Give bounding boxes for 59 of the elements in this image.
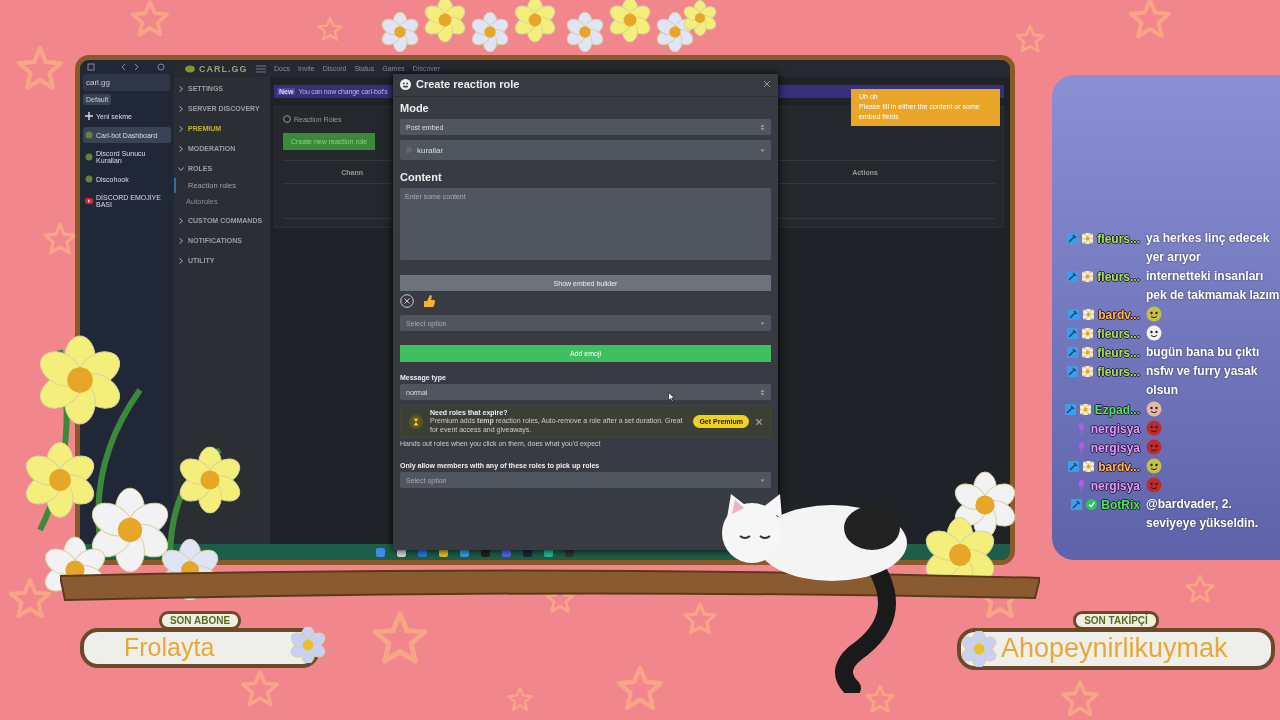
browser-controls-icon[interactable] <box>87 63 167 71</box>
sort-icon <box>760 388 765 396</box>
name-plate: Frolayta <box>80 628 320 668</box>
wrench-icon <box>1067 328 1079 339</box>
flower-icon <box>1082 271 1094 282</box>
chat-message: @bardvader, 2. seviyeye yükseldin. <box>1146 496 1260 532</box>
chat-message: nsfw ve furry yasak olsun <box>1146 363 1259 399</box>
site-icon <box>85 153 93 161</box>
chat-username: nergisya <box>1090 478 1140 493</box>
flower-icon <box>1083 309 1095 320</box>
wrench-icon <box>1067 366 1079 377</box>
wrench-icon <box>1067 271 1079 282</box>
menu-icon[interactable] <box>256 64 266 73</box>
plus-icon <box>85 112 93 120</box>
chat-message: bugün bana bu çıktı <box>1146 344 1261 361</box>
flower-icon <box>290 627 326 663</box>
chat-username: fleurs... <box>1097 345 1140 360</box>
flower-icon <box>1083 461 1095 472</box>
chat-username: nergisya <box>1090 421 1140 436</box>
flower-icon <box>1082 233 1094 244</box>
chat-username: Ezpad... <box>1094 402 1140 417</box>
chat-username: nergisya <box>1090 440 1140 455</box>
section-heading: Mode <box>400 102 430 114</box>
flower-icon <box>961 631 997 667</box>
verified-icon <box>1086 499 1098 510</box>
flower-icon <box>1082 328 1094 339</box>
wrench-icon <box>1071 499 1083 510</box>
chat-username: BotRix <box>1101 497 1140 512</box>
sort-icon <box>760 123 765 131</box>
chat-username: fleurs... <box>1097 364 1140 379</box>
chat-username: bardv... <box>1098 459 1140 474</box>
wrench-icon <box>1068 309 1080 320</box>
section-heading: Content <box>400 171 443 183</box>
flower-icon <box>1082 347 1094 358</box>
address-field[interactable]: carl.gg <box>83 74 170 91</box>
chat-username: fleurs... <box>1097 326 1140 341</box>
chat-username: fleurs... <box>1097 269 1140 284</box>
hourglass-icon <box>409 414 423 429</box>
wrench-icon <box>1068 461 1080 472</box>
mouse-cursor-icon <box>668 392 675 402</box>
wrench-icon <box>1064 404 1076 415</box>
flower-icon <box>1079 404 1091 415</box>
site-icon <box>85 175 93 183</box>
wrench-icon <box>1067 233 1079 244</box>
logo-text: CARL.GG <box>199 63 248 74</box>
name-plate: Ahopeynirlikuymak <box>957 628 1275 670</box>
modal-title: Create reaction role <box>416 78 521 90</box>
wrench-icon <box>1067 347 1079 358</box>
site-icon <box>85 131 93 139</box>
play-icon <box>85 197 93 205</box>
select-field[interactable]: kurallar <box>400 140 771 160</box>
thumbs-up-icon <box>423 294 435 308</box>
close-icon[interactable] <box>756 418 762 425</box>
close-icon[interactable] <box>764 81 770 87</box>
chat-username: fleurs... <box>1097 231 1140 246</box>
remove-icon[interactable] <box>400 294 414 308</box>
chat-message: internetteki insanları pek de takmamak lazım <box>1146 268 1280 304</box>
chat-username: bardv... <box>1098 307 1140 322</box>
flower-icon <box>1082 366 1094 377</box>
